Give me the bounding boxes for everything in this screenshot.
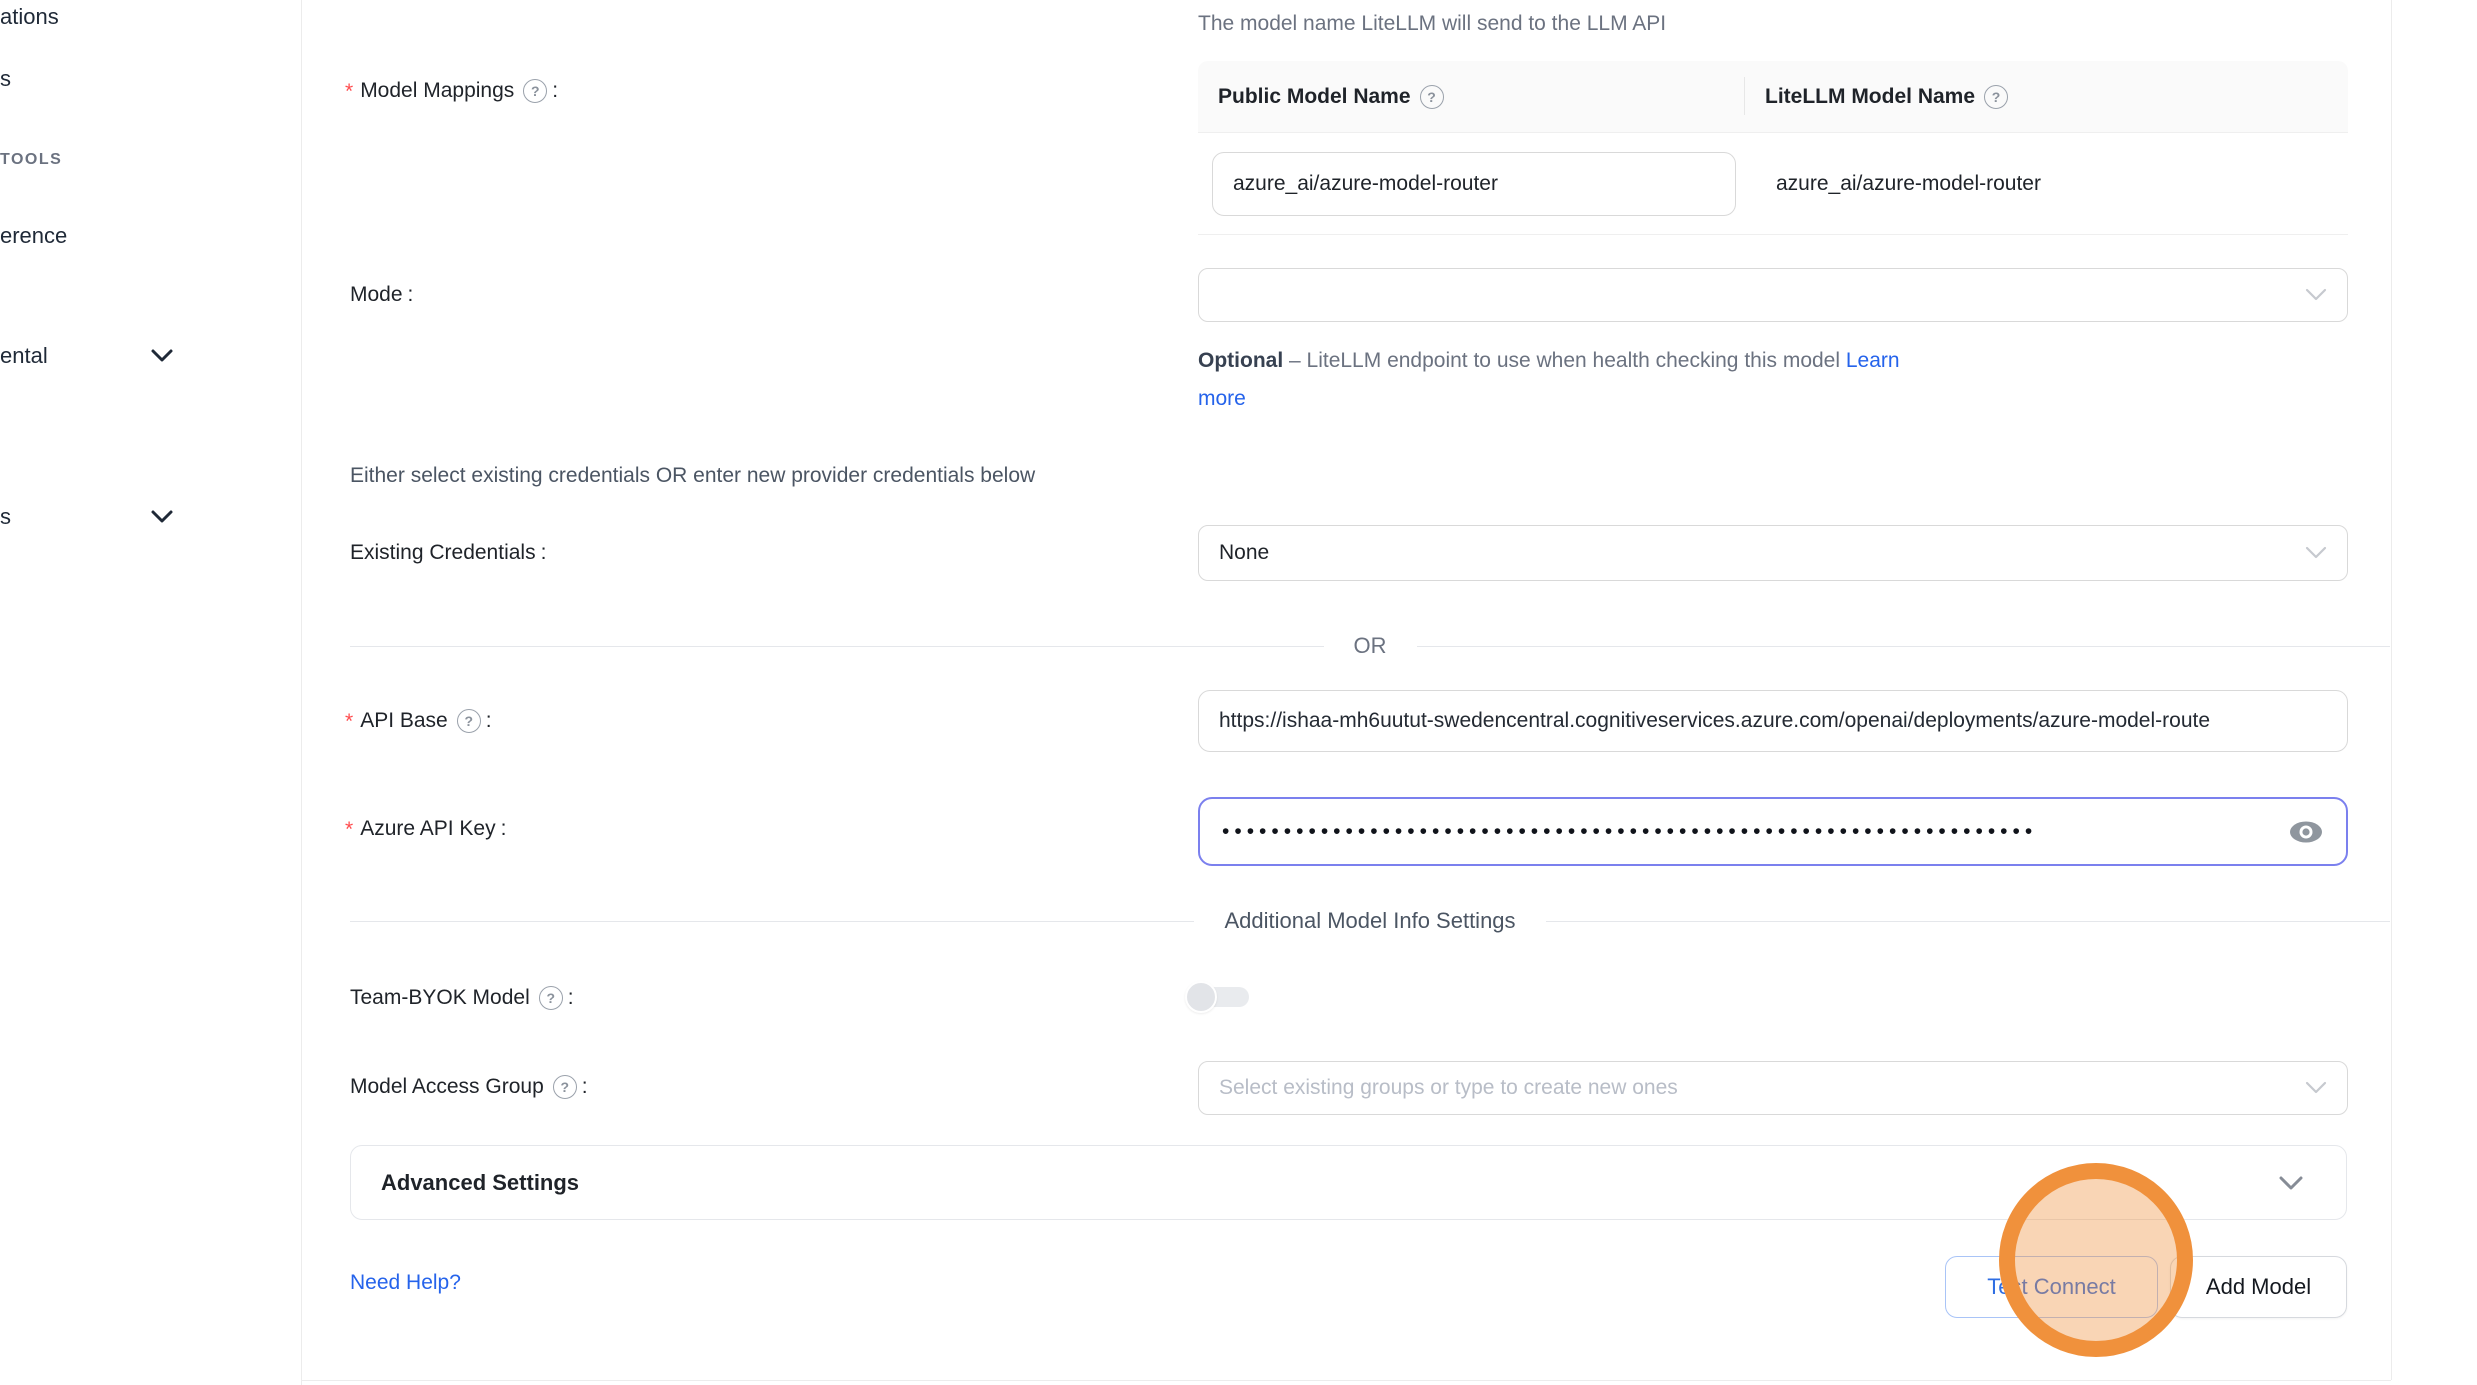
model-access-group-label-text: Model Access Group [350,1075,544,1099]
eye-icon[interactable] [2288,819,2324,845]
additional-settings-divider-text: Additional Model Info Settings [1194,908,1545,934]
question-circle-icon[interactable]: ? [523,79,547,103]
azure-api-key-input[interactable]: ••••••••••••••••••••••••••••••••••••••••… [1198,797,2348,866]
chevron-down-icon [2305,288,2327,302]
model-access-group-placeholder: Select existing groups or type to create… [1219,1076,1678,1100]
required-asterisk: * [345,819,353,840]
chevron-down-icon [2305,546,2327,560]
label-colon: : [568,986,574,1010]
sidebar-divider [301,0,302,1385]
chevron-down-icon [2278,1175,2304,1191]
or-divider: OR [350,628,2390,664]
team-byok-toggle[interactable] [1185,981,1251,1013]
add-model-page: ations s TOOLS erence ental s The model … [0,0,2477,1385]
additional-settings-divider: Additional Model Info Settings [350,903,2390,939]
existing-credentials-select[interactable]: None [1198,525,2348,581]
sidebar-section-label: TOOLS [0,151,62,169]
api-base-input[interactable] [1199,709,2347,733]
api-base-label-text: API Base [360,709,448,733]
sidebar-item-clipped-5[interactable]: s [0,500,11,534]
label-colon: : [552,79,558,103]
required-asterisk: * [345,711,353,732]
mode-select[interactable] [1198,268,2348,322]
label-colon: : [486,709,492,733]
table-header-row: Public Model Name ? LiteLLM Model Name ? [1198,61,2348,133]
existing-credentials-label-text: Existing Credentials [350,541,536,565]
litellm-model-name-value: azure_ai/azure-model-router [1736,172,2041,196]
model-access-group-select[interactable]: Select existing groups or type to create… [1198,1061,2348,1115]
model-access-group-label: Model Access Group ? : [350,1071,588,1103]
model-mappings-label-text: Model Mappings [360,79,514,103]
advanced-settings-panel[interactable]: Advanced Settings [350,1145,2347,1220]
masked-password-value: ••••••••••••••••••••••••••••••••••••••••… [1222,820,2276,844]
mode-label-text: Mode [350,283,403,307]
label-colon: : [582,1075,588,1099]
mode-help-bold: Optional [1198,349,1283,372]
label-colon: : [408,283,414,307]
api-base-input-wrapper [1198,690,2348,752]
need-help-link[interactable]: Need Help? [350,1268,461,1298]
sidebar-item-clipped-2[interactable]: s [0,62,11,96]
question-circle-icon[interactable]: ? [539,986,563,1010]
learn-more-link[interactable]: Learn [1846,349,1900,372]
chevron-down-icon [2305,1081,2327,1095]
or-divider-text: OR [1324,633,1417,659]
question-circle-icon[interactable]: ? [553,1075,577,1099]
label-colon: : [541,541,547,565]
mode-help-rest: – LiteLLM endpoint to use when health ch… [1283,349,1846,372]
sidebar-item-label: s [0,504,11,530]
azure-api-key-label: * Azure API Key : [345,813,506,845]
model-mappings-label: * Model Mappings ? : [345,75,558,107]
question-circle-icon[interactable]: ? [1420,85,1444,109]
api-base-label: * API Base ? : [345,705,492,737]
sidebar-item-label: s [0,66,11,92]
advanced-settings-title: Advanced Settings [381,1170,579,1196]
mode-label: Mode : [350,279,413,311]
sidebar-item-clipped-1[interactable]: ations [0,0,59,34]
sidebar-item-clipped-3[interactable]: erence [0,219,67,253]
question-circle-icon[interactable]: ? [1984,85,2008,109]
team-byok-label: Team-BYOK Model ? : [350,982,574,1014]
sidebar-section-tools: TOOLS [0,148,62,172]
table-header-public-model-name: Public Model Name ? [1198,61,1745,132]
sidebar-item-label: ental [0,343,48,369]
model-mappings-table: Public Model Name ? LiteLLM Model Name ?… [1198,61,2348,235]
azure-api-key-label-text: Azure API Key [360,817,495,841]
public-model-name-input[interactable] [1213,172,1735,196]
public-model-name-input-wrapper [1212,152,1736,216]
sidebar-item-clipped-4[interactable]: ental [0,339,48,373]
sidebar-item-label: ations [0,4,59,30]
test-connect-button[interactable]: Test Connect [1945,1256,2158,1318]
content-right-border [2391,0,2392,1380]
sidebar-item-label: erence [0,223,67,249]
existing-credentials-label: Existing Credentials : [350,537,546,569]
existing-credentials-value: None [1219,541,1269,565]
model-name-help-text: The model name LiteLLM will send to the … [1198,10,1666,38]
required-asterisk: * [345,81,353,102]
chevron-down-icon [150,504,174,530]
team-byok-label-text: Team-BYOK Model [350,986,530,1010]
table-row: azure_ai/azure-model-router [1198,133,2348,235]
chevron-down-icon [150,343,174,369]
learn-more-link[interactable]: more [1198,380,2028,418]
content-bottom-border [301,1380,2391,1381]
credentials-note: Either select existing credentials OR en… [350,461,1035,491]
mode-help-text: Optional – LiteLLM endpoint to use when … [1198,342,2028,418]
label-colon: : [501,817,507,841]
add-model-button[interactable]: Add Model [2170,1256,2347,1318]
toggle-knob [1185,981,1217,1013]
table-header-litellm-model-name: LiteLLM Model Name ? [1745,61,2348,132]
question-circle-icon[interactable]: ? [457,709,481,733]
